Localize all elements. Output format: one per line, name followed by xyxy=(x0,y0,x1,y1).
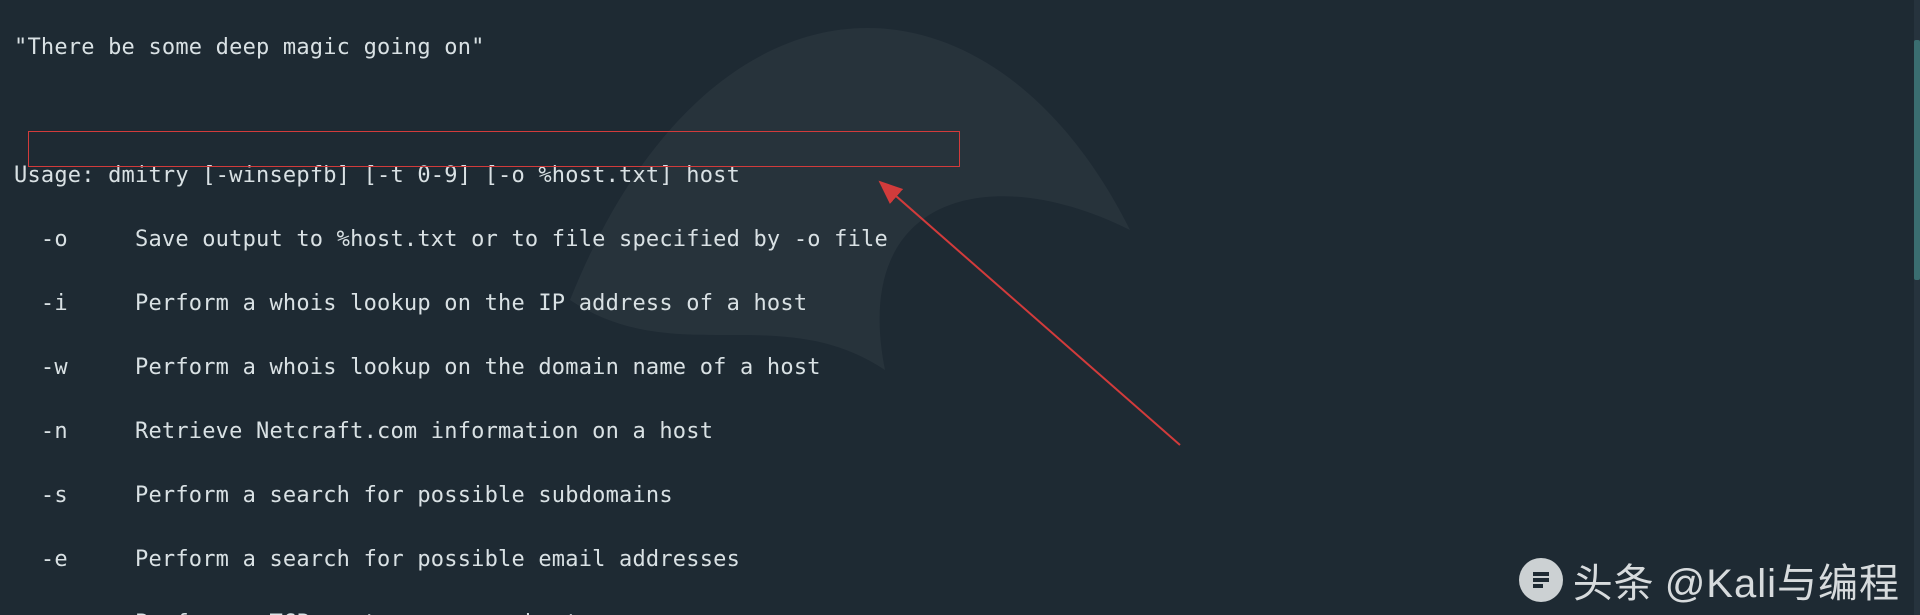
watermark-prefix: 头条 xyxy=(1573,551,1655,609)
output-line-opt-p: -p Perform a TCP port scan on a host xyxy=(14,608,1920,615)
output-line-opt-i: -i Perform a whois lookup on the IP addr… xyxy=(14,288,1920,320)
watermark-handle: @Kali与编程 xyxy=(1665,551,1900,609)
output-line-usage: Usage: dmitry [-winsepfb] [-t 0-9] [-o %… xyxy=(14,160,1920,192)
output-line-blank xyxy=(14,96,1920,128)
output-line-opt-o: -o Save output to %host.txt or to file s… xyxy=(14,224,1920,256)
scrollbar-track[interactable] xyxy=(1914,0,1920,615)
scrollbar-thumb[interactable] xyxy=(1914,40,1920,280)
output-line-opt-w: -w Perform a whois lookup on the domain … xyxy=(14,352,1920,384)
output-line-opt-s: -s Perform a search for possible subdoma… xyxy=(14,480,1920,512)
terminal-output[interactable]: "There be some deep magic going on" Usag… xyxy=(0,0,1920,615)
watermark: 头条 @Kali与编程 xyxy=(1519,551,1900,609)
output-line-opt-n: -n Retrieve Netcraft.com information on … xyxy=(14,416,1920,448)
toutiao-icon xyxy=(1519,558,1563,602)
output-line-quote: "There be some deep magic going on" xyxy=(14,32,1920,64)
